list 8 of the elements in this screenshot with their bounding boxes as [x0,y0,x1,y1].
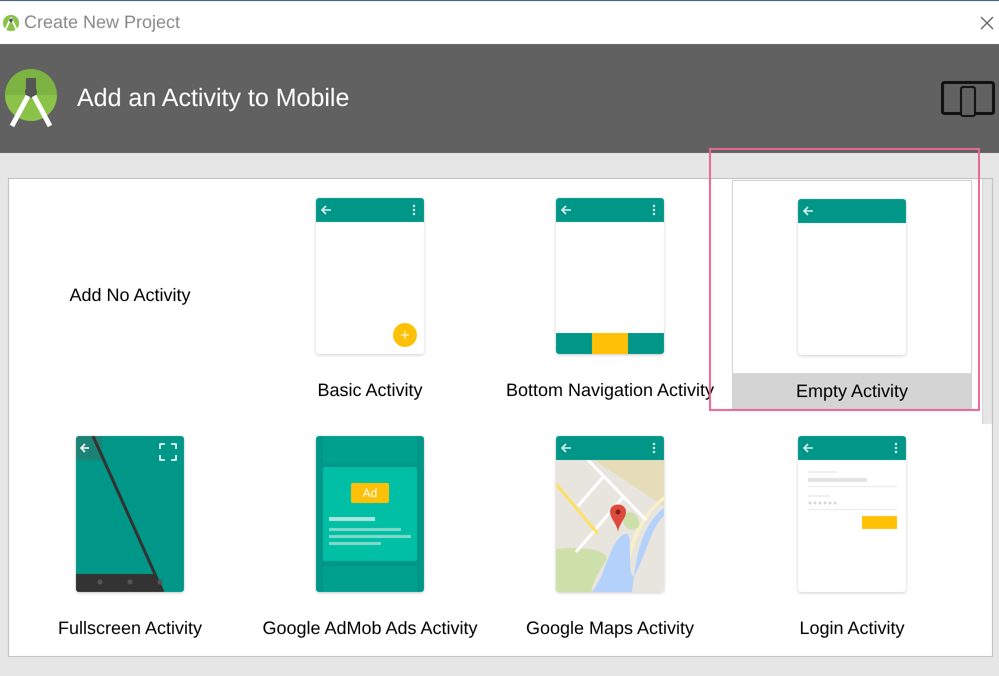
ad-badge: Ad [351,483,389,503]
android-studio-logo-icon [4,68,58,130]
scrollbar[interactable] [982,179,992,424]
close-icon[interactable] [979,14,995,30]
device-icon [941,80,995,116]
header-title: Add an Activity to Mobile [77,82,350,114]
activity-tile[interactable]: Empty Activity [732,180,972,410]
window-title: Create New Project [24,11,180,34]
